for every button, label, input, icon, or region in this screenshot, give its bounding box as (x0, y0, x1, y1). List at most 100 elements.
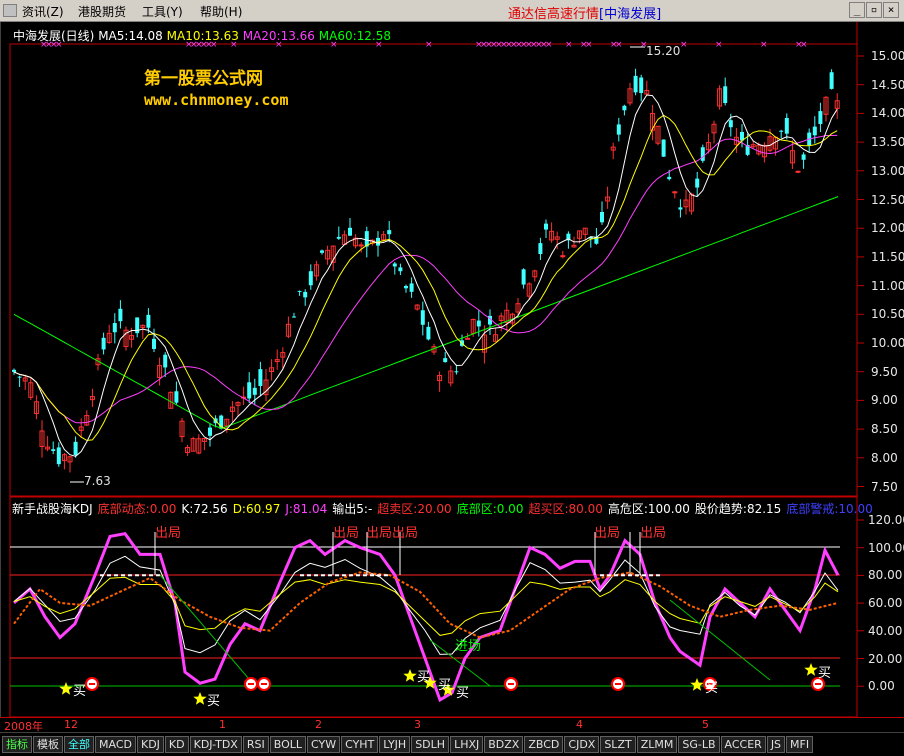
kdj-bottom-dynamic: 底部动态:0.00 (97, 502, 177, 516)
candle-body (795, 170, 801, 173)
candle-body (695, 178, 700, 188)
y-axis-label: 15.00 (871, 49, 904, 63)
indicator-tab[interactable]: 指标 (2, 736, 32, 753)
candle-body (152, 338, 156, 349)
title-main: 通达信高速行情 (508, 7, 600, 22)
candle-body (112, 323, 117, 333)
ma60-value: MA60:12.58 (318, 29, 391, 43)
candle-body (118, 308, 123, 322)
menu-info[interactable]: 资讯(Z) (22, 3, 64, 20)
y-axis-label: 8.50 (871, 422, 898, 437)
indicator-tab[interactable]: ZLMM (636, 736, 678, 753)
y-axis-label: 11.50 (871, 249, 904, 264)
marker-x: × (760, 40, 768, 50)
indicator-tab[interactable]: SDLH (411, 736, 450, 753)
main-header: 中海发展(日线) MA5:14.08 MA10:13.63 MA20:13.66… (13, 27, 391, 44)
indicator-tab[interactable]: 全部 (64, 736, 94, 753)
menu-help[interactable]: 帮助(H) (200, 3, 242, 20)
indicator-tab[interactable]: CYHT (341, 736, 379, 753)
candle-body (784, 118, 789, 134)
indicator-tab[interactable]: KDJ-TDX (189, 736, 242, 753)
indicator-tab[interactable]: ACCER (720, 736, 766, 753)
indicator-tab[interactable]: ZBCD (524, 736, 564, 753)
chart-area[interactable]: ×××× ×××××× × × × × × ××××××××××××××× × ×× ×× × × × × ×… (0, 22, 904, 717)
indicator-tab[interactable]: CJDX (564, 736, 600, 753)
candlesticks (12, 68, 840, 473)
candle-body (426, 326, 431, 340)
candle-body (465, 337, 471, 340)
y-axis-label: 8.00 (871, 450, 898, 465)
candle-body (829, 72, 834, 89)
y-axis-label: 9.00 (871, 393, 898, 408)
candle-body (678, 207, 683, 210)
candle-body (723, 86, 728, 104)
candle-body (146, 314, 151, 328)
candle-body (779, 130, 784, 132)
star-icon (59, 682, 73, 695)
high-price-label: 15.20 (646, 44, 681, 58)
candle-body (672, 191, 678, 194)
buy-label: 买 (456, 686, 470, 701)
timeline-month: 3 (414, 718, 421, 731)
buy-label: 买 (438, 678, 452, 693)
buy-label: 买 (207, 694, 221, 709)
kdj-name[interactable]: 新手战股海KDJ (12, 502, 93, 516)
indicator-tab[interactable]: RSI (242, 736, 269, 753)
candle-body (398, 267, 403, 272)
exit-signal: 出局 (594, 526, 621, 541)
indicator-tab[interactable]: BOLL (269, 736, 306, 753)
candle-body (392, 263, 397, 267)
candle-body (101, 337, 106, 350)
candle-body (297, 290, 302, 292)
close-icon[interactable]: × (883, 2, 899, 18)
indicator-tab[interactable]: KDJ (136, 736, 164, 753)
indicator-tab[interactable]: SLZT (600, 736, 636, 753)
indicator-tab[interactable]: MFI (786, 736, 814, 753)
candle-body (600, 211, 604, 223)
exit-signal: 出局 (640, 526, 667, 541)
indicator-tab[interactable]: SG-LB (678, 736, 720, 753)
kdj-output5: 输出5:- (332, 502, 373, 516)
indicator-tab[interactable]: KD (164, 736, 189, 753)
menu-bar: 资讯(Z) 港股期货 工具(Y) 帮助(H) 通达信高速行情[中海发展] _ ▫… (0, 0, 904, 22)
candle-body (700, 147, 705, 161)
indicator-tab[interactable]: LHXJ (450, 736, 484, 753)
minimize-icon[interactable]: _ (849, 2, 865, 18)
candle-body (387, 230, 392, 235)
candle-body (17, 376, 22, 378)
timeline-month: 1 (219, 718, 226, 731)
indicator-tab[interactable]: LYJH (379, 736, 411, 753)
candle-body (336, 236, 341, 239)
indicator-tab[interactable]: 模板 (33, 736, 63, 753)
exit-signal: 出局出局 (366, 526, 419, 541)
exit-signal: 出局 (155, 526, 182, 541)
candle-body (292, 316, 296, 318)
marker-x: × (800, 40, 808, 50)
candle-body (667, 176, 672, 180)
timeline-month: 5 (702, 718, 709, 731)
kdj-d: D:60.97 (232, 502, 281, 516)
y-axis-label: 10.00 (871, 336, 904, 350)
candle-body (252, 387, 257, 395)
kdj-j: J:81.04 (285, 502, 328, 516)
kdj-overbought: 超买区:80.00 (528, 502, 603, 516)
star-icon (193, 692, 207, 705)
indicator-tab[interactable]: JS (766, 736, 786, 753)
indicator-tab[interactable]: CYW (307, 736, 341, 753)
app-icon[interactable] (3, 4, 17, 17)
indicator-tab[interactable]: MACD (95, 736, 136, 753)
star-icon (403, 669, 417, 682)
restore-icon[interactable]: ▫ (866, 2, 882, 18)
timeline-month: 4 (576, 718, 583, 731)
ma10-value: MA10:13.63 (166, 29, 239, 43)
kdj-y-axis-label: 80.00 (868, 568, 903, 583)
indicator-tab[interactable]: BDZX (484, 736, 524, 753)
star-icon (804, 663, 818, 676)
ma-lines (13, 94, 839, 457)
candle-body (639, 77, 644, 93)
candle-body (812, 126, 817, 136)
kdj-y-axis-label: 60.00 (868, 596, 903, 611)
menu-hk-futures[interactable]: 港股期货 (78, 3, 126, 20)
menu-tools[interactable]: 工具(Y) (142, 3, 183, 20)
stock-label[interactable]: 中海发展(日线) (13, 29, 94, 43)
